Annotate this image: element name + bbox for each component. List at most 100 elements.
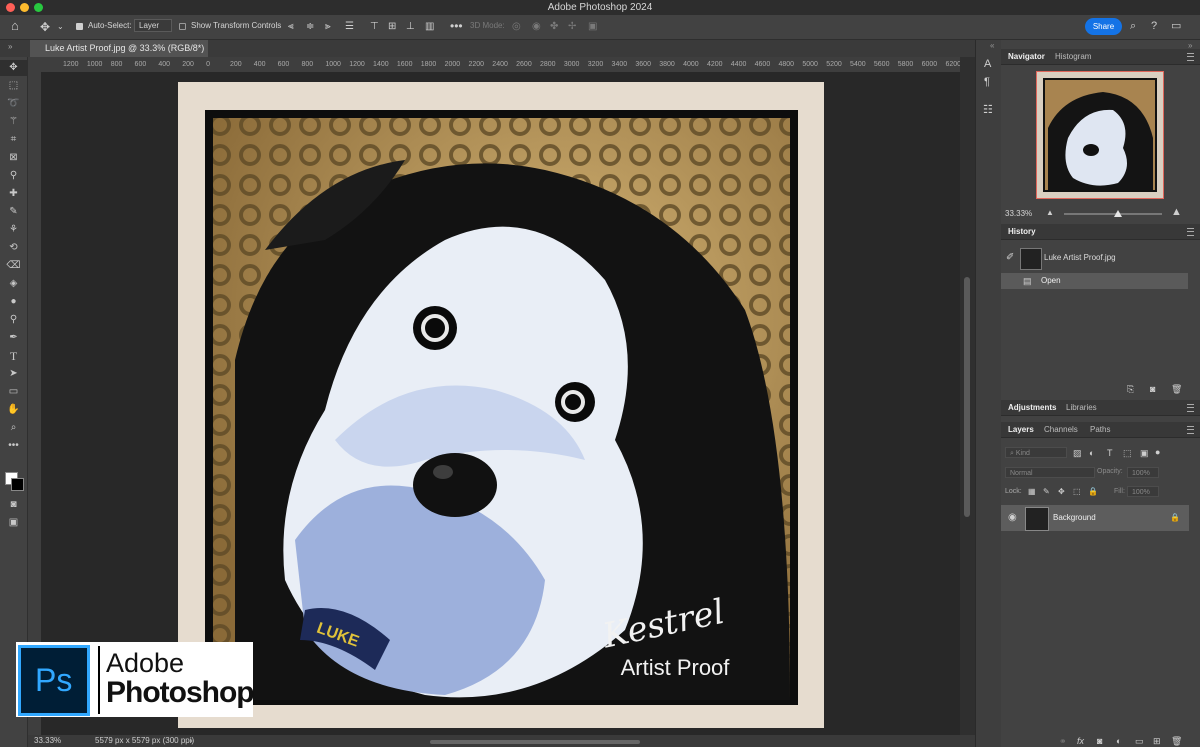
visibility-eye-icon[interactable]: ◉ [1008,512,1017,524]
filter-type-icon[interactable]: T [1107,447,1113,459]
lock-artboard-icon[interactable]: ⬚ [1073,486,1081,498]
help-icon[interactable]: ? [1151,20,1157,32]
tab-history[interactable]: History [1008,225,1036,239]
navigator-zoom-slider-thumb[interactable] [1113,210,1122,217]
auto-select-checkbox[interactable] [76,23,83,30]
lasso-tool-icon[interactable]: ➰ [0,96,27,112]
move-tool-preset-icon[interactable]: ✥ [40,21,50,33]
pen-tool-icon[interactable]: ✒ [0,330,27,346]
search-icon[interactable]: ⌕ [1130,20,1136,32]
transform-controls-checkbox[interactable] [179,23,186,30]
lock-image-icon[interactable]: ✎ [1043,486,1050,498]
collapse-toolbar-icon[interactable]: » [8,41,12,53]
dodge-tool-icon[interactable]: ⚲ [0,312,27,328]
filter-shape-icon[interactable]: ⬚ [1123,447,1132,459]
history-brush-source-icon[interactable]: ✐ [1006,252,1014,264]
zoom-tool-icon[interactable]: ⌕ [0,420,27,436]
collapse-strip-icon[interactable]: « [990,40,994,52]
eyedropper-tool-icon[interactable]: ⚲ [0,168,27,184]
filter-toggle-icon[interactable]: ● [1155,446,1160,458]
layer-row-background[interactable]: ◉ Background 🔒 [1001,505,1189,531]
tab-paths[interactable]: Paths [1090,423,1110,437]
zoom-out-icon[interactable]: ▲ [1046,207,1054,219]
tab-channels[interactable]: Channels [1044,423,1078,437]
align-middle-icon[interactable]: ⊞ [388,21,396,33]
align-top-icon[interactable]: ⊤ [370,21,379,33]
paragraph-panel-icon[interactable]: ¶ [984,76,990,88]
brush-tool-icon[interactable]: ✎ [0,204,27,220]
layer-style-icon[interactable]: fx [1077,735,1084,747]
paint-bucket-tool-icon[interactable]: ◈ [0,276,27,292]
navigator-zoom-slider[interactable] [1064,210,1162,217]
new-document-from-state-icon[interactable]: ⎘ [1127,383,1134,395]
character-panel-icon[interactable]: A [984,58,991,70]
zoom-in-icon[interactable]: ▲ [1171,206,1182,218]
more-options-icon[interactable]: ••• [450,20,463,32]
new-layer-icon[interactable]: ⊞ [1153,735,1161,747]
blend-mode-dropdown[interactable]: Normal [1005,467,1095,478]
navigator-menu-icon[interactable] [1187,53,1194,61]
horizontal-scroll-thumb[interactable] [430,740,640,744]
navigator-zoom-value[interactable]: 33.33% [1005,209,1032,218]
healing-brush-tool-icon[interactable]: ✚ [0,186,27,202]
frame-tool-icon[interactable]: ⊠ [0,150,27,166]
tab-libraries[interactable]: Libraries [1066,401,1097,415]
opacity-field[interactable]: 100% [1127,467,1159,478]
history-step-row[interactable]: ▤ Open [1001,273,1188,289]
status-zoom[interactable]: 33.33% [34,735,61,747]
home-icon[interactable]: ⌂ [11,19,19,32]
new-group-icon[interactable]: ▭ [1135,735,1144,747]
align-right-icon[interactable]: ⫸ [325,21,331,33]
marquee-tool-icon[interactable]: ⬚ [0,78,27,94]
minimize-window-button[interactable] [20,3,29,12]
filter-smart-object-icon[interactable]: ▣ [1140,447,1149,459]
chevron-down-icon[interactable]: ⌄ [57,21,64,33]
align-distribute-icon[interactable]: ☰ [345,21,354,33]
background-color-swatch[interactable] [11,478,24,491]
zoom-window-button[interactable] [34,3,43,12]
history-menu-icon[interactable] [1187,228,1194,236]
add-mask-icon[interactable]: ◙ [1097,735,1102,747]
clone-stamp-tool-icon[interactable]: ⚘ [0,222,27,238]
navigator-thumbnail[interactable] [1036,71,1164,199]
tab-navigator[interactable]: Navigator [1008,50,1045,64]
delete-layer-icon[interactable]: 🗑 [1171,735,1182,747]
close-window-button[interactable] [6,3,15,12]
new-adjustment-layer-icon[interactable]: ◐ [1116,735,1121,747]
path-selection-tool-icon[interactable]: ➤ [0,366,27,382]
filter-pixel-icon[interactable]: ▨ [1073,447,1082,459]
screen-mode-icon[interactable]: ▣ [0,515,27,531]
status-chevron-icon[interactable]: › [190,735,193,747]
vertical-scroll-thumb[interactable] [964,277,970,517]
share-button[interactable]: Share [1085,18,1122,35]
auto-select-dropdown[interactable]: Layer [134,19,172,32]
magic-wand-tool-icon[interactable]: ⚚ [0,114,27,130]
crop-tool-icon[interactable]: ⌗ [0,132,27,148]
distribute-icon[interactable]: ▥ [425,21,434,33]
blur-tool-icon[interactable]: ● [0,294,27,310]
vertical-scrollbar[interactable] [960,57,975,735]
quick-mask-icon[interactable]: ◙ [0,497,27,513]
type-tool-icon[interactable]: T [0,348,27,364]
lock-all-icon[interactable]: 🔒 [1088,486,1098,498]
tab-adjustments[interactable]: Adjustments [1008,401,1056,415]
tab-layers[interactable]: Layers [1008,423,1034,437]
adjustments-menu-icon[interactable] [1187,404,1194,412]
align-bottom-icon[interactable]: ⊥ [406,21,415,33]
lock-position-icon[interactable]: ✥ [1058,486,1065,498]
eraser-tool-icon[interactable]: ⌫ [0,258,27,274]
align-left-icon[interactable]: ⫷ [288,21,294,33]
history-brush-tool-icon[interactable]: ⟲ [0,240,27,256]
properties-panel-icon[interactable]: ☷ [983,104,993,116]
layers-menu-icon[interactable] [1187,426,1194,434]
document-tab[interactable]: Luke Artist Proof.jpg @ 33.3% (RGB/8*) [30,40,208,57]
edit-toolbar-icon[interactable]: ••• [0,438,27,454]
filter-adjustment-icon[interactable]: ◐ [1089,447,1094,459]
lock-transparent-icon[interactable]: ▦ [1028,486,1036,498]
workspace-icon[interactable]: ▭ [1171,20,1181,32]
align-center-icon[interactable]: ≑ [306,21,314,33]
layer-kind-filter[interactable]: ⌕ Kind [1005,447,1067,458]
history-snapshot-row[interactable]: ✐ Luke Artist Proof.jpg [1001,247,1200,270]
link-layers-icon[interactable]: ⚭ [1059,735,1067,747]
rectangle-tool-icon[interactable]: ▭ [0,384,27,400]
